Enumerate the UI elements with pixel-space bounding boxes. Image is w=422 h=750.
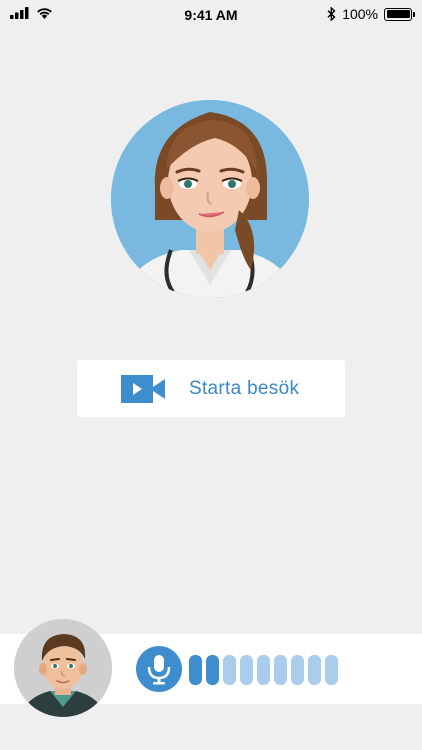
status-bar: 9:41 AM 100% (0, 0, 422, 30)
patient-illustration (14, 619, 112, 717)
audio-level-bar (189, 655, 202, 685)
battery-icon (384, 7, 415, 21)
start-visit-label: Starta besök (189, 378, 300, 399)
audio-level-bar (325, 655, 338, 685)
battery-percent: 100% (342, 6, 378, 22)
audio-level-bar (206, 655, 219, 685)
microphone-button[interactable] (136, 646, 182, 692)
audio-level-bar (257, 655, 270, 685)
video-camera-icon (121, 375, 165, 403)
bluetooth-icon (327, 7, 336, 21)
start-visit-button[interactable]: Starta besök (77, 360, 345, 417)
audio-level-bar (240, 655, 253, 685)
audio-level-bar (291, 655, 304, 685)
patient-avatar (14, 619, 112, 717)
doctor-avatar (111, 100, 309, 298)
audio-level-bar (274, 655, 287, 685)
status-right: 100% (327, 6, 415, 22)
battery-level (386, 10, 410, 18)
doctor-illustration (111, 100, 309, 298)
audio-level-bar (308, 655, 321, 685)
audio-level-bar (223, 655, 236, 685)
microphone-icon (147, 655, 171, 685)
